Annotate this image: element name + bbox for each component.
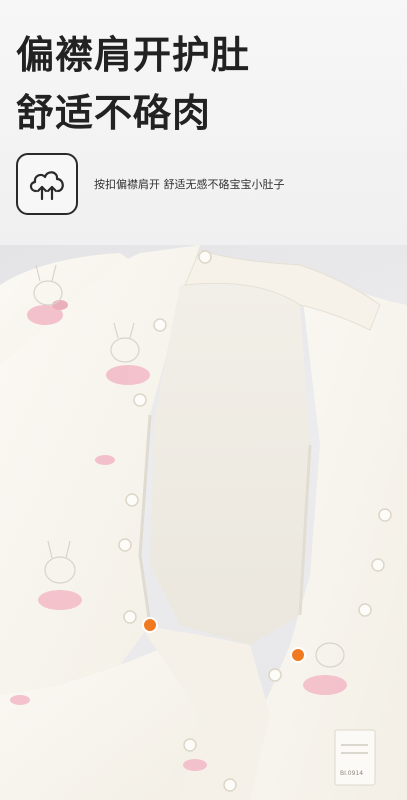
- feature-description: 按扣偏襟肩开 舒适无感不硌宝宝小肚子: [94, 178, 285, 191]
- feature-header: 偏襟肩开护肚 舒适不硌肉 按扣偏襟肩开 舒适无感不硌宝宝小肚子: [0, 0, 407, 245]
- cloud-arrows-icon: [16, 153, 78, 215]
- care-label-text: BI.0914: [340, 770, 363, 777]
- orange-snap-right: [290, 647, 306, 663]
- inner-lining: [150, 283, 310, 645]
- headline-line-1: 偏襟肩开护肚: [16, 33, 251, 77]
- product-photo: BI.0914: [0, 245, 407, 800]
- orange-snap-left: [142, 617, 158, 633]
- headline-line-2: 舒适不硌肉: [16, 91, 212, 135]
